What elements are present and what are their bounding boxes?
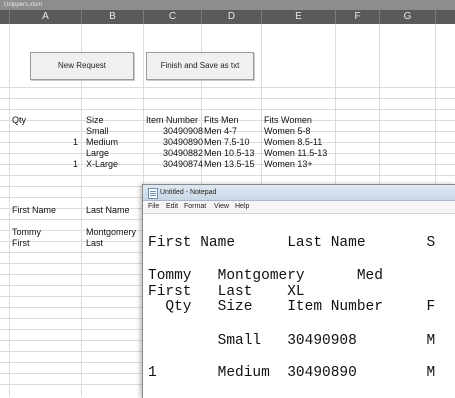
first-name-cell[interactable]: Tommy <box>12 227 41 237</box>
column-header-a[interactable]: A <box>10 10 82 24</box>
last-name-cell[interactable]: Montgomery <box>86 227 136 237</box>
finish-and-save-button[interactable]: Finish and Save as txt <box>146 52 254 80</box>
fits-women-cell[interactable]: Women 8.5-11 <box>264 137 322 147</box>
qty-cell[interactable]: 1 <box>10 137 78 147</box>
fits-men-cell[interactable]: Men 4-7 <box>204 126 237 136</box>
menu-view[interactable]: View <box>214 201 229 213</box>
menu-help[interactable]: Help <box>235 201 249 213</box>
menu-file[interactable]: File <box>148 201 159 213</box>
text-line: Small 30490908 M <box>148 333 436 349</box>
notepad-window[interactable]: Untitled - Notepad File Edit Format View… <box>142 184 455 398</box>
notepad-icon <box>148 188 158 199</box>
fits-men-cell[interactable]: Men 10.5-13 <box>204 148 255 158</box>
fits-men-cell[interactable]: Men 13.5-15 <box>204 159 255 169</box>
item-number-cell[interactable]: 30490890 <box>144 137 203 147</box>
fits-women-cell[interactable]: Women 13+ <box>264 159 313 169</box>
first-name-cell[interactable]: First <box>12 238 30 248</box>
first-name-header: First Name <box>12 205 57 215</box>
notepad-menu-bar: File Edit Format View Help <box>143 201 455 214</box>
qty-header: Qty <box>12 115 27 125</box>
column-header-d[interactable]: D <box>202 10 262 24</box>
item-number-header: Item Number <box>146 115 199 125</box>
fits-women-header: Fits Women <box>264 115 312 125</box>
select-all-corner[interactable] <box>0 10 10 24</box>
fits-men-cell[interactable]: Men 7.5-10 <box>204 137 250 147</box>
size-cell[interactable]: Small <box>86 126 109 136</box>
notepad-text-area[interactable]: First Name Last Name S Tommy Montgomery … <box>143 214 455 398</box>
column-header-b[interactable]: B <box>82 10 144 24</box>
text-line: Tommy Montgomery Med <box>148 268 383 284</box>
excel-title-bar: Unippers.xlsm <box>0 0 455 10</box>
fits-women-cell[interactable]: Women 11.5-13 <box>264 148 327 158</box>
window-title: Unippers.xlsm <box>4 2 43 8</box>
column-header-e[interactable]: E <box>262 10 336 24</box>
size-cell[interactable]: Medium <box>86 137 118 147</box>
text-line: First Name Last Name S <box>148 235 436 251</box>
column-header-f[interactable]: F <box>336 10 380 24</box>
size-cell[interactable]: Large <box>86 148 109 158</box>
item-number-cell[interactable]: 30490874 <box>144 159 203 169</box>
text-line: First Last XL <box>148 284 305 300</box>
item-number-cell[interactable]: 30490908 <box>144 126 203 136</box>
notepad-title-bar[interactable]: Untitled - Notepad <box>143 185 455 201</box>
menu-edit[interactable]: Edit <box>166 201 178 213</box>
qty-cell[interactable]: 1 <box>10 159 78 169</box>
item-number-cell[interactable]: 30490882 <box>144 148 203 158</box>
new-request-button[interactable]: New Request <box>30 52 134 80</box>
last-name-cell[interactable]: Last <box>86 238 103 248</box>
text-line: Qty Size Item Number F <box>148 299 436 315</box>
text-line: 1 Medium 30490890 M <box>148 365 436 381</box>
fits-men-header: Fits Men <box>204 115 239 125</box>
fits-women-cell[interactable]: Women 5-8 <box>264 126 310 136</box>
column-header-h[interactable] <box>436 10 455 24</box>
column-header-row: A B C D E F G <box>0 10 455 24</box>
menu-format[interactable]: Format <box>184 201 206 213</box>
notepad-title: Untitled - Notepad <box>160 189 217 196</box>
last-name-header: Last Name <box>86 205 130 215</box>
size-cell[interactable]: X-Large <box>86 159 118 169</box>
column-header-c[interactable]: C <box>144 10 202 24</box>
column-header-g[interactable]: G <box>380 10 436 24</box>
size-header: Size <box>86 115 104 125</box>
